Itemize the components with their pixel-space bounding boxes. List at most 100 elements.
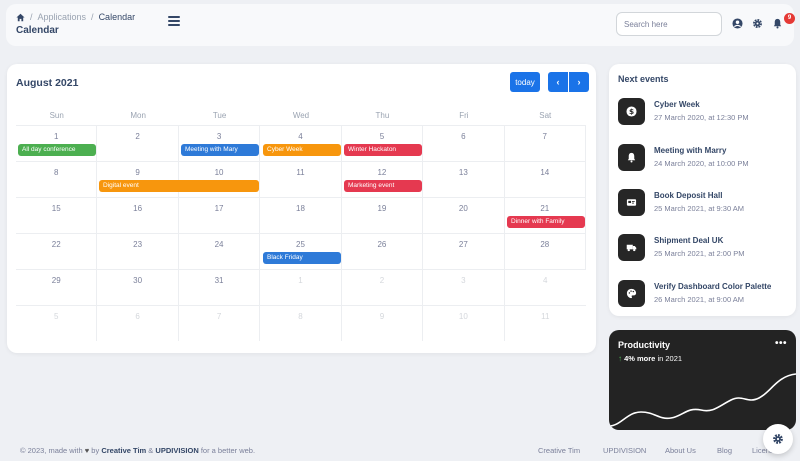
configurator-gear-button[interactable] <box>763 424 793 454</box>
calendar-day-cell-next-month[interactable]: 2 <box>342 270 424 305</box>
next-month-button[interactable]: › <box>569 72 589 92</box>
event-meeting-with-mary[interactable]: Meeting with Mary <box>181 144 259 156</box>
palette-icon <box>618 280 645 307</box>
dollar-icon: $ <box>618 98 645 125</box>
calendar-day-cell[interactable]: 14 <box>505 162 586 197</box>
gear-icon <box>773 434 783 444</box>
weekday-label: Fri <box>459 111 469 120</box>
calendar-card: August 2021 today ‹ › Sun Mon Tue Wed Th… <box>7 64 596 353</box>
calendar-day-cell[interactable]: 26 <box>342 234 424 269</box>
calendar-day-cell[interactable]: 31 <box>179 270 261 305</box>
page-title: Calendar <box>16 25 59 36</box>
copyright-suffix: for a better web. <box>200 446 256 455</box>
calendar-day-cell[interactable]: 17 <box>179 198 261 233</box>
calendar-day-cell[interactable]: 15 <box>16 198 98 233</box>
calendar-day-cell[interactable]: 22 <box>16 234 98 269</box>
today-button[interactable]: today <box>510 72 540 92</box>
weekday-label: Tue <box>212 111 227 120</box>
next-event-date: 25 March 2021, at 2:00 PM <box>654 249 745 258</box>
productivity-line-chart <box>609 373 796 427</box>
footer-link-updivision[interactable]: UPDIVISION <box>603 446 646 455</box>
svg-text:$: $ <box>629 107 634 116</box>
calendar-day-cell-next-month[interactable]: 11 <box>505 306 586 341</box>
calendar-day-cell[interactable]: 18 <box>260 198 342 233</box>
calendar-day-cell-next-month[interactable]: 10 <box>423 306 505 341</box>
settings-gear-icon[interactable] <box>752 18 763 29</box>
more-options-icon[interactable]: ••• <box>775 338 787 349</box>
next-event-date: 24 March 2020, at 10:00 PM <box>654 159 749 168</box>
arrow-up-icon: ↑ <box>618 354 622 363</box>
calendar-day-cell[interactable]: 27 <box>423 234 505 269</box>
calendar-day-cell-next-month[interactable]: 9 <box>342 306 424 341</box>
breadcrumb-separator: / <box>30 12 33 22</box>
calendar-day-cell[interactable]: 19 <box>342 198 424 233</box>
calendar-month-title: August 2021 <box>16 77 79 89</box>
next-event-item[interactable]: $ Cyber Week 27 March 2020, at 12:30 PM <box>618 98 793 126</box>
productivity-period: in 2021 <box>657 354 683 363</box>
footer-link-creative-tim[interactable]: Creative Tim <box>538 446 580 455</box>
event-cyber-week[interactable]: Cyber Week <box>263 144 341 156</box>
productivity-trend-line <box>609 373 796 427</box>
calendar-day-cell[interactable]: 8 <box>16 162 98 197</box>
updivision-link[interactable]: UPDIVISION <box>155 446 198 455</box>
weekday-label: Sun <box>49 111 64 120</box>
next-event-date: 25 March 2021, at 9:30 AM <box>654 204 745 213</box>
next-event-item[interactable]: Meeting with Marry 24 March 2020, at 10:… <box>618 144 793 172</box>
calendar-day-cell-next-month[interactable]: 5 <box>16 306 98 341</box>
event-marketing-event[interactable]: Marketing event <box>344 180 422 192</box>
next-events-title: Next events <box>618 74 669 84</box>
calendar-day-cell[interactable]: 13 <box>423 162 505 197</box>
calendar-day-cell-next-month[interactable]: 8 <box>260 306 342 341</box>
truck-icon <box>618 234 645 261</box>
weekday-label: Wed <box>292 111 310 120</box>
footer-link-blog[interactable]: Blog <box>717 446 732 455</box>
notifications-bell-icon[interactable] <box>772 18 783 29</box>
search-input[interactable] <box>616 12 722 36</box>
calendar-day-cell-next-month[interactable]: 4 <box>505 270 586 305</box>
calendar-day-cell[interactable]: 20 <box>423 198 505 233</box>
calendar-day-cell[interactable]: 24 <box>179 234 261 269</box>
weekday-header-row: Sun Mon Tue Wed Thu Fri Sat <box>16 111 586 125</box>
productivity-percent: 4% more <box>624 354 656 363</box>
calendar-day-cell[interactable]: 23 <box>97 234 179 269</box>
calendar-day-cell[interactable]: 30 <box>97 270 179 305</box>
prev-month-button[interactable]: ‹ <box>548 72 568 92</box>
creative-tim-link[interactable]: Creative Tim <box>101 446 146 455</box>
next-event-item[interactable]: Verify Dashboard Color Palette 26 March … <box>618 280 793 308</box>
card-icon <box>618 189 645 216</box>
event-black-friday[interactable]: Black Friday <box>263 252 341 264</box>
next-event-name: Cyber Week <box>654 100 700 109</box>
copyright-by: by <box>91 446 100 455</box>
calendar-day-cell-next-month[interactable]: 6 <box>97 306 179 341</box>
calendar-day-cell-next-month[interactable]: 3 <box>423 270 505 305</box>
hamburger-menu-icon[interactable] <box>168 16 180 26</box>
event-dinner-with-family[interactable]: Dinner with Family <box>507 216 585 228</box>
calendar-day-cell-next-month[interactable]: 7 <box>179 306 261 341</box>
event-digital-event[interactable]: Digital event <box>99 180 259 192</box>
calendar-day-cell[interactable]: 16 <box>97 198 179 233</box>
event-winter-hackaton[interactable]: Winter Hackaton <box>344 144 422 156</box>
next-event-item[interactable]: Shipment Deal UK 25 March 2021, at 2:00 … <box>618 234 793 262</box>
next-event-date: 27 March 2020, at 12:30 PM <box>654 113 749 122</box>
calendar-day-cell[interactable]: 6 <box>423 126 505 161</box>
productivity-subtitle: ↑ 4% more in 2021 <box>618 354 682 363</box>
next-events-card: Next events $ Cyber Week 27 March 2020, … <box>609 64 796 316</box>
calendar-day-cell[interactable]: 28 <box>505 234 586 269</box>
calendar-day-cell[interactable]: 29 <box>16 270 98 305</box>
next-event-name: Verify Dashboard Color Palette <box>654 282 772 291</box>
calendar-day-cell-next-month[interactable]: 1 <box>260 270 342 305</box>
bell-icon <box>618 144 645 171</box>
calendar-day-cell[interactable]: 11 <box>260 162 342 197</box>
next-event-item[interactable]: Book Deposit Hall 25 March 2021, at 9:30… <box>618 189 793 217</box>
home-icon[interactable] <box>16 13 25 22</box>
next-event-name: Shipment Deal UK <box>654 236 724 245</box>
calendar-day-cell[interactable]: 2 <box>97 126 179 161</box>
calendar-day-cell[interactable]: 7 <box>505 126 586 161</box>
event-all-day-conference[interactable]: All day conference <box>18 144 96 156</box>
footer-link-about-us[interactable]: About Us <box>665 446 696 455</box>
breadcrumb: / Applications / Calendar <box>16 12 135 22</box>
calendar-week-row: 8 9 10 11 12 13 14 Digital event Marketi… <box>16 161 586 197</box>
calendar-week-row: 22 23 24 25 26 27 28 Black Friday <box>16 233 586 269</box>
breadcrumb-applications[interactable]: Applications <box>38 12 87 22</box>
user-account-icon[interactable] <box>732 18 743 29</box>
